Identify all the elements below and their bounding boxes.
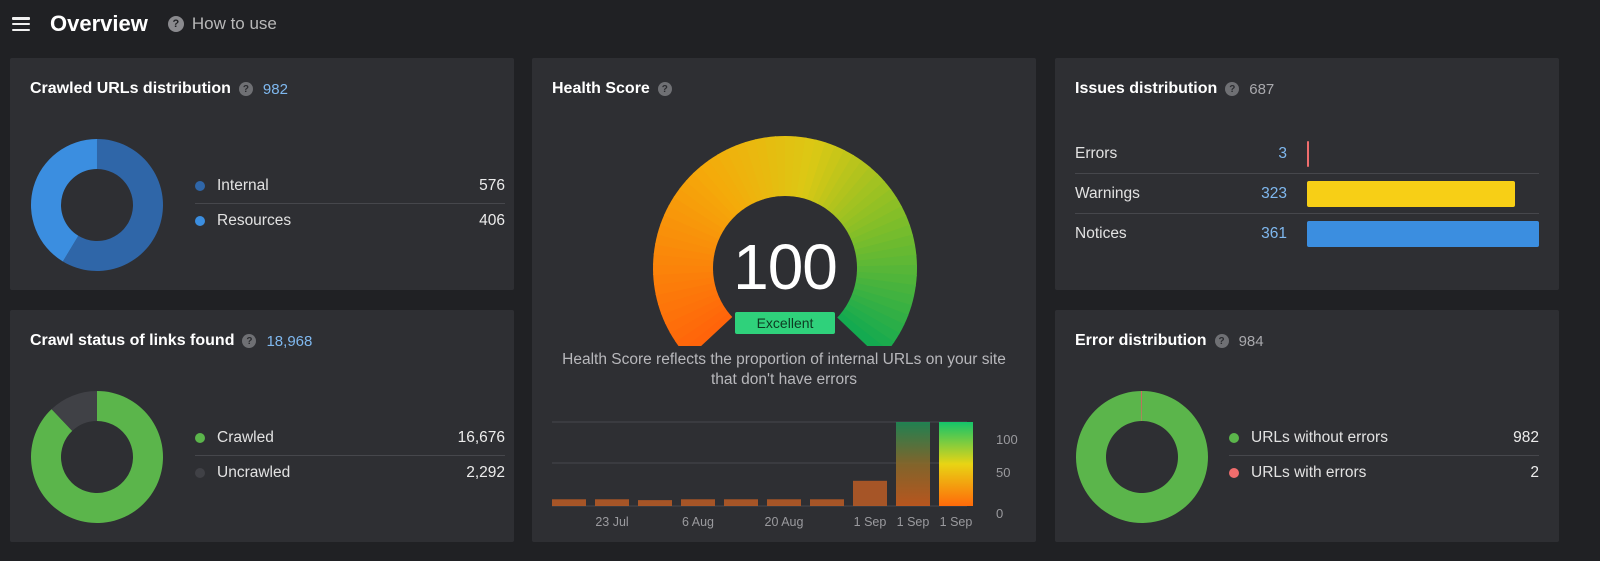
legend-dot: [195, 180, 205, 191]
x-tick-label: 1 Sep: [854, 515, 887, 529]
help-icon[interactable]: ?: [242, 334, 257, 348]
legend-dot: [195, 216, 205, 226]
y-tick-label: 100: [996, 432, 1018, 447]
health-score-card: Health Score ? 100 Excellent Health Scor…: [532, 58, 1036, 542]
how-to-use-link[interactable]: ? How to use: [167, 14, 277, 34]
crawled-urls-legend: Internal 576 Resources 406: [195, 168, 505, 238]
history-bar[interactable]: [595, 499, 629, 506]
legend-value: 982: [1513, 428, 1539, 446]
x-tick-label: 6 Aug: [682, 515, 714, 529]
legend-label: URLs with errors: [1251, 464, 1367, 481]
history-bar[interactable]: [681, 499, 715, 506]
how-to-use-label: How to use: [191, 14, 277, 33]
health-score-description: Health Score reflects the proportion of …: [562, 351, 1006, 388]
history-bar[interactable]: [896, 422, 930, 506]
error-distribution-count: 984: [1238, 332, 1264, 350]
legend-value: 576: [479, 176, 505, 194]
issues-title: Issues distribution: [1075, 80, 1218, 97]
donut-slice-without-errors[interactable]: [1076, 391, 1208, 523]
page-title: Overview: [50, 11, 148, 36]
issue-bar-warnings: [1307, 180, 1515, 207]
history-bar[interactable]: [552, 499, 586, 506]
history-bar[interactable]: [724, 499, 758, 506]
legend-value: 16,676: [457, 428, 505, 446]
help-icon[interactable]: ?: [238, 82, 253, 96]
issue-count[interactable]: 323: [1235, 185, 1287, 203]
legend-label: Resources: [217, 212, 292, 229]
y-tick-label: 0: [996, 506, 1003, 521]
legend-dot: [195, 432, 205, 443]
help-icon[interactable]: ?: [1214, 334, 1229, 348]
issue-count[interactable]: 3: [1235, 145, 1287, 163]
crawl-status-donut: [30, 391, 163, 523]
crawled-urls-count[interactable]: 982: [263, 81, 288, 98]
issue-row-warnings[interactable]: Warnings 323: [1075, 174, 1539, 214]
top-bar: Overview ? How to use: [0, 0, 1600, 48]
legend-item-crawled[interactable]: Crawled 16,676: [195, 420, 505, 455]
hamburger-menu-icon[interactable]: [12, 17, 30, 31]
health-history-chart[interactable]: 0 50 100 23 Jul 6 Aug 20 Aug 1 Sep 1 Sep 1 Sep: [552, 420, 1022, 532]
legend-label: Internal: [217, 176, 269, 194]
y-tick-label: 50: [996, 465, 1010, 480]
legend-value: 406: [479, 212, 505, 229]
history-bar[interactable]: [810, 499, 844, 506]
issue-row-errors[interactable]: Errors 3: [1075, 134, 1539, 174]
x-tick-label: 1 Sep: [940, 515, 973, 529]
issue-count[interactable]: 361: [1235, 225, 1287, 243]
legend-value: 2,292: [466, 464, 505, 481]
health-score-value: 100: [733, 231, 838, 303]
health-score-title: Health Score: [552, 80, 650, 97]
error-distribution-donut: [1076, 391, 1208, 523]
crawl-status-legend: Crawled 16,676 Uncrawled 2,292: [195, 420, 505, 490]
x-tick-label: 20 Aug: [765, 515, 804, 529]
crawl-status-count[interactable]: 18,968: [266, 333, 312, 350]
issue-bar-notices: [1307, 221, 1539, 247]
issues-count: 687: [1249, 80, 1275, 98]
legend-item-uncrawled[interactable]: Uncrawled 2,292: [195, 455, 505, 490]
legend-label: URLs without errors: [1251, 428, 1388, 446]
help-icon[interactable]: ?: [657, 82, 672, 96]
history-bar[interactable]: [939, 422, 973, 506]
legend-item-resources[interactable]: Resources 406: [195, 203, 505, 238]
legend-item-internal[interactable]: Internal 576: [195, 168, 505, 203]
x-tick-label: 23 Jul: [595, 515, 628, 529]
legend-label: Crawled: [217, 428, 274, 446]
help-icon: ?: [167, 16, 184, 32]
crawled-urls-card: Crawled URLs distribution ? 982 Internal…: [10, 58, 514, 290]
legend-dot: [1229, 432, 1239, 443]
legend-label: Uncrawled: [217, 464, 291, 481]
legend-dot: [1229, 468, 1239, 478]
issues-card: Issues distribution ? 687 Errors 3 Warni…: [1055, 58, 1559, 290]
legend-item-with-errors[interactable]: URLs with errors 2: [1229, 455, 1539, 490]
x-tick-label: 1 Sep: [897, 515, 930, 529]
error-distribution-title: Error distribution: [1075, 332, 1207, 349]
health-status-badge: Excellent: [735, 312, 835, 334]
issue-label: Errors: [1075, 144, 1118, 162]
history-bar[interactable]: [767, 499, 801, 506]
help-icon[interactable]: ?: [1225, 82, 1240, 96]
history-bar[interactable]: [853, 480, 887, 506]
issue-label: Notices: [1075, 225, 1127, 242]
donut-slice-crawled[interactable]: [30, 391, 163, 523]
legend-value: 2: [1530, 464, 1539, 481]
issue-row-notices[interactable]: Notices 361: [1075, 214, 1539, 254]
error-distribution-card: Error distribution ? 984 URLs without er…: [1055, 310, 1559, 542]
issue-label: Warnings: [1075, 184, 1140, 202]
crawled-urls-title: Crawled URLs distribution: [30, 80, 231, 97]
legend-item-without-errors[interactable]: URLs without errors 982: [1229, 420, 1539, 455]
crawl-status-title: Crawl status of links found: [30, 332, 235, 349]
crawled-urls-donut: [31, 139, 163, 271]
legend-dot: [195, 468, 205, 478]
issue-bar-errors: [1307, 140, 1309, 167]
crawl-status-card: Crawl status of links found ? 18,968 Cra…: [10, 310, 514, 542]
history-bar[interactable]: [638, 500, 672, 506]
error-distribution-legend: URLs without errors 982 URLs with errors…: [1229, 420, 1539, 490]
